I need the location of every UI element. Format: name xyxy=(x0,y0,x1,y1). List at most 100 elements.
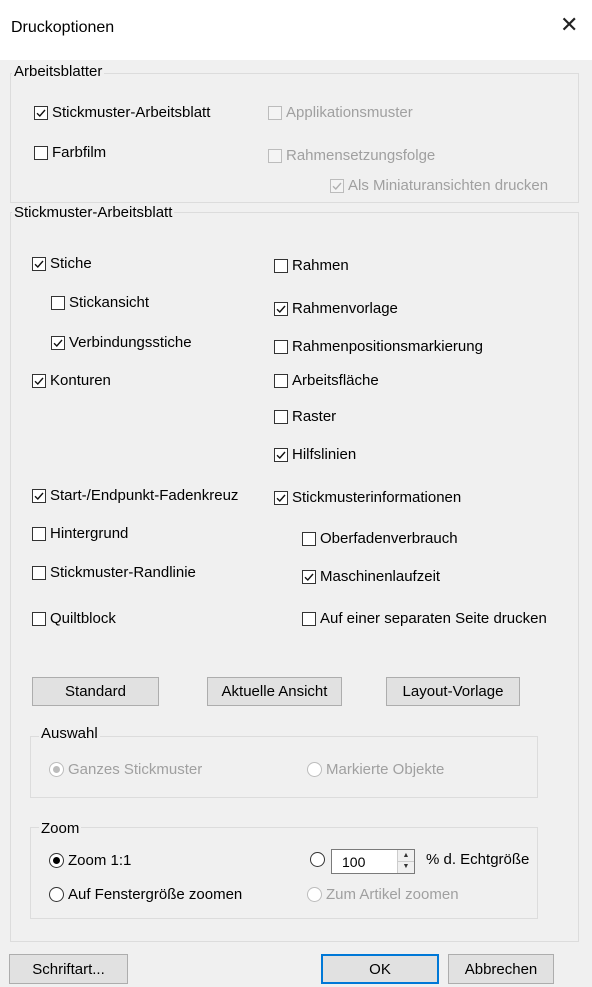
radio-label: Zum Artikel zoomen xyxy=(326,886,459,903)
checkbox-label: Oberfadenverbrauch xyxy=(320,530,458,547)
radio-label: Ganzes Stickmuster xyxy=(68,761,203,778)
auswahl-legend: Auswahl xyxy=(39,725,100,742)
sheet-legend: Stickmuster-Arbeitsblatt xyxy=(12,204,175,221)
radio-circle xyxy=(49,887,64,902)
markierte-objekte-radio[interactable]: Markierte Objekte xyxy=(307,761,444,778)
checkbox-label: Applikationsmuster xyxy=(286,104,413,121)
stickansicht-checkbox[interactable]: Stickansicht xyxy=(51,294,149,311)
fadenkreuz-checkbox[interactable]: Start-/Endpunkt-Fadenkreuz xyxy=(32,487,238,504)
raster-checkbox[interactable]: Raster xyxy=(274,408,336,425)
checkbox-label: Rahmensetzungsfolge xyxy=(286,147,436,164)
checkbox-box xyxy=(32,488,46,503)
ok-button[interactable]: OK xyxy=(321,954,439,984)
checkbox-label: Raster xyxy=(292,408,337,425)
aktuelle-ansicht-button[interactable]: Aktuelle Ansicht xyxy=(207,677,342,706)
abbrechen-button[interactable]: Abbrechen xyxy=(448,954,554,984)
checkbox-box xyxy=(32,611,46,626)
checkbox-label: Verbindungsstiche xyxy=(69,334,192,351)
checkbox-box xyxy=(32,256,46,271)
checkbox-box xyxy=(274,258,288,273)
radio-circle xyxy=(307,887,322,902)
checkbox-label: Stickmusterinformationen xyxy=(292,489,462,506)
miniaturansichten-checkbox[interactable]: Als Miniaturansichten drucken xyxy=(330,177,548,194)
zoom-percent-suffix: % d. Echtgröße xyxy=(426,851,530,868)
stepper-down-icon[interactable]: ▼ xyxy=(398,861,414,872)
checkbox-label: Start-/Endpunkt-Fadenkreuz xyxy=(50,487,239,504)
checkbox-label: Rahmenvorlage xyxy=(292,300,398,317)
zoom-group xyxy=(30,827,538,919)
zoom-percent-value: 100 xyxy=(342,854,366,870)
oberfadenverbrauch-checkbox[interactable]: Oberfadenverbrauch xyxy=(302,530,458,547)
stepper-buttons: ▲ ▼ xyxy=(397,850,414,873)
checkbox-box xyxy=(34,145,48,160)
rahmenvorlage-checkbox[interactable]: Rahmenvorlage xyxy=(274,300,398,317)
rahmenpositionsmarkierung-checkbox[interactable]: Rahmenpositionsmarkierung xyxy=(274,338,483,355)
checkbox-box xyxy=(274,373,288,388)
worksheets-legend: Arbeitsblatter xyxy=(12,63,105,80)
checkbox-label: Stiche xyxy=(50,255,92,272)
zoom-legend: Zoom xyxy=(39,820,82,837)
checkbox-box xyxy=(274,301,288,316)
konturen-checkbox[interactable]: Konturen xyxy=(32,372,111,389)
checkbox-label: Auf einer separaten Seite drucken xyxy=(320,610,547,627)
checkbox-label: Konturen xyxy=(50,372,111,389)
checkbox-box xyxy=(330,178,344,193)
checkbox-box xyxy=(34,105,48,120)
checkbox-box xyxy=(268,105,282,120)
fenstergroesse-radio[interactable]: Auf Fenstergröße zoomen xyxy=(49,886,242,903)
radio-label: Markierte Objekte xyxy=(326,761,445,778)
checkbox-box xyxy=(274,339,288,354)
rahmen-checkbox[interactable]: Rahmen xyxy=(274,257,349,274)
stickmusterinformationen-checkbox[interactable]: Stickmusterinformationen xyxy=(274,489,461,506)
checkbox-label: Hilfslinien xyxy=(292,446,357,463)
percent-zoom-radio[interactable] xyxy=(310,852,329,867)
farbfilm-checkbox[interactable]: Farbfilm xyxy=(34,144,106,161)
checkbox-box xyxy=(302,569,316,584)
randlinie-checkbox[interactable]: Stickmuster-Randlinie xyxy=(32,564,196,581)
checkbox-label: Arbeitsfläche xyxy=(292,372,379,389)
checkbox-label: Maschinenlaufzeit xyxy=(320,568,441,585)
checkbox-label: Rahmen xyxy=(292,257,349,274)
radio-label: Auf Fenstergröße zoomen xyxy=(68,886,243,903)
maschinenlaufzeit-checkbox[interactable]: Maschinenlaufzeit xyxy=(302,568,440,585)
checkbox-box xyxy=(274,447,288,462)
zoom-1-1-radio[interactable]: Zoom 1:1 xyxy=(49,852,131,869)
radio-circle xyxy=(49,762,64,777)
title-bar: Druckoptionen ✕ xyxy=(0,0,592,60)
checkbox-label: Stickmuster-Randlinie xyxy=(50,564,196,581)
schriftart-button[interactable]: Schriftart... xyxy=(9,954,128,984)
separate-seite-checkbox[interactable]: Auf einer separaten Seite drucken xyxy=(302,610,547,627)
applikationsmuster-checkbox[interactable]: Applikationsmuster xyxy=(268,104,413,121)
quiltblock-checkbox[interactable]: Quiltblock xyxy=(32,610,116,627)
radio-dot xyxy=(53,766,60,773)
ganzes-stickmuster-radio[interactable]: Ganzes Stickmuster xyxy=(49,761,202,778)
zoom-percent-stepper[interactable]: 100 ▲ ▼ xyxy=(331,849,415,874)
checkbox-box xyxy=(51,295,65,310)
stickmuster-arbeitsblatt-checkbox[interactable]: Stickmuster-Arbeitsblatt xyxy=(34,104,210,121)
checkbox-box xyxy=(51,335,65,350)
layout-vorlage-button[interactable]: Layout-Vorlage xyxy=(386,677,520,706)
arbeitsflaeche-checkbox[interactable]: Arbeitsfläche xyxy=(274,372,379,389)
checkbox-label: Rahmenpositionsmarkierung xyxy=(292,338,483,355)
dialog-title: Druckoptionen xyxy=(11,19,115,36)
stiche-checkbox[interactable]: Stiche xyxy=(32,255,92,272)
checkbox-box xyxy=(32,373,46,388)
close-icon[interactable]: ✕ xyxy=(560,14,578,36)
checkbox-box xyxy=(32,526,46,541)
checkbox-label: Hintergrund xyxy=(50,525,129,542)
checkbox-box xyxy=(32,565,46,580)
checkbox-label: Als Miniaturansichten drucken xyxy=(348,177,549,194)
radio-dot xyxy=(53,857,60,864)
artikel-zoom-radio[interactable]: Zum Artikel zoomen xyxy=(307,886,459,903)
radio-circle xyxy=(307,762,322,777)
verbindungsstiche-checkbox[interactable]: Verbindungsstiche xyxy=(51,334,192,351)
checkbox-box xyxy=(274,490,288,505)
rahmensetzungsfolge-checkbox[interactable]: Rahmensetzungsfolge xyxy=(268,147,435,164)
checkbox-box xyxy=(302,531,316,546)
checkbox-label: Quiltblock xyxy=(50,610,116,627)
hintergrund-checkbox[interactable]: Hintergrund xyxy=(32,525,128,542)
standard-button[interactable]: Standard xyxy=(32,677,159,706)
hilfslinien-checkbox[interactable]: Hilfslinien xyxy=(274,446,356,463)
checkbox-box xyxy=(274,409,288,424)
checkbox-label: Farbfilm xyxy=(52,144,107,161)
